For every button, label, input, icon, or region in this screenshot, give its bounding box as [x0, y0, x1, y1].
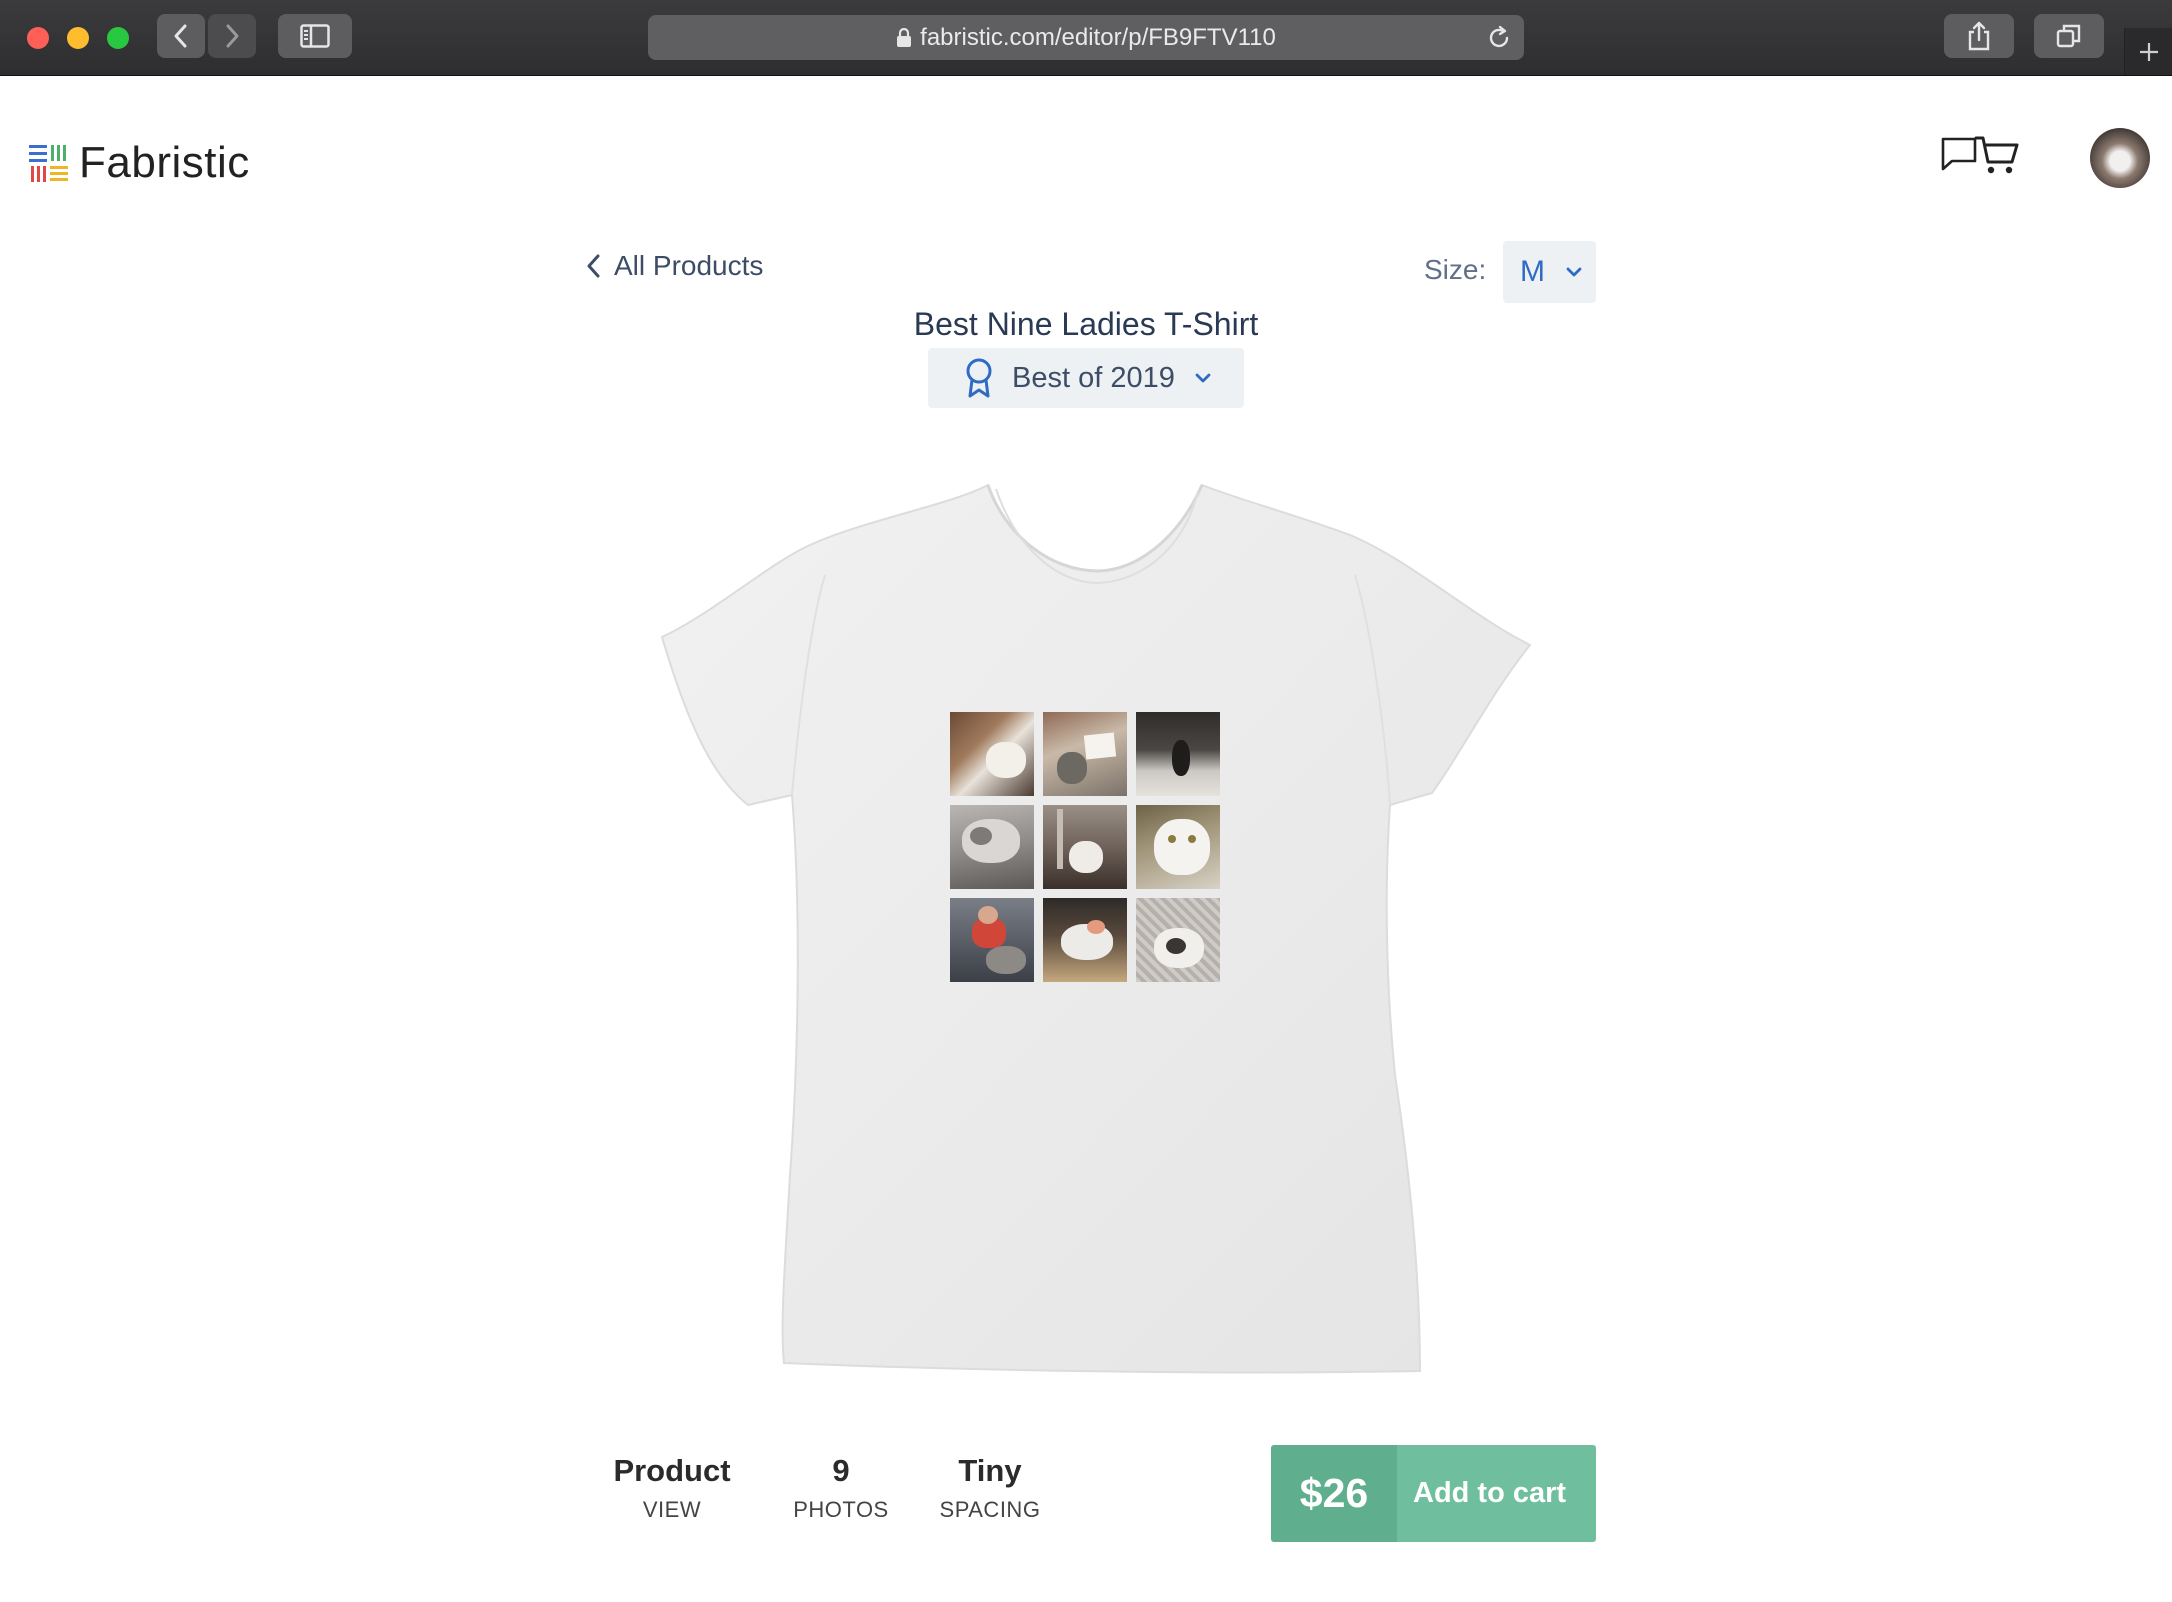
add-to-cart-label: Add to cart — [1397, 1445, 1596, 1542]
collage-photo[interactable] — [1136, 805, 1220, 889]
product-title: Best Nine Ladies T-Shirt — [913, 306, 1259, 342]
fabristic-logo-icon — [29, 143, 69, 183]
browser-toolbar: fabristic.com/editor/p/FB9FTV110 — [0, 0, 2172, 76]
share-button[interactable] — [1944, 14, 2014, 58]
spacing-stat[interactable]: Tiny SPACING — [930, 1453, 1050, 1523]
spacing-value: Tiny — [958, 1453, 1022, 1488]
price-label: $26 — [1271, 1445, 1397, 1542]
collage-photo[interactable] — [950, 712, 1034, 796]
url-text: fabristic.com/editor/p/FB9FTV110 — [920, 23, 1276, 51]
user-avatar[interactable] — [2090, 128, 2150, 188]
view-label: VIEW — [642, 1497, 702, 1522]
back-button[interactable] — [157, 14, 205, 58]
photos-stat[interactable]: 9 PHOTOS — [781, 1453, 901, 1523]
award-ribbon-icon — [964, 358, 994, 398]
photo-collage[interactable] — [950, 712, 1220, 982]
site-logo[interactable]: Fabristic — [29, 138, 250, 188]
collage-photo[interactable] — [1136, 898, 1220, 982]
address-bar[interactable]: fabristic.com/editor/p/FB9FTV110 — [648, 15, 1524, 60]
collage-photo[interactable] — [950, 898, 1034, 982]
collage-photo[interactable] — [1043, 898, 1127, 982]
view-value: Product — [613, 1453, 731, 1488]
sidebar-toggle-button[interactable] — [278, 14, 352, 58]
collage-photo[interactable] — [1043, 805, 1127, 889]
collage-photo[interactable] — [1136, 712, 1220, 796]
spacing-label: SPACING — [939, 1497, 1041, 1522]
brand-name: Fabristic — [79, 138, 250, 187]
all-products-link[interactable]: All Products — [586, 250, 763, 282]
cart-icon[interactable] — [1974, 132, 2020, 183]
zoom-window-button[interactable] — [107, 27, 129, 49]
photos-value: 9 — [832, 1453, 850, 1488]
add-to-cart-button[interactable]: $26 Add to cart — [1271, 1445, 1596, 1542]
forward-button[interactable] — [208, 14, 256, 58]
plus-icon — [2140, 42, 2158, 61]
photos-label: PHOTOS — [793, 1497, 889, 1522]
collection-value: Best of 2019 — [1012, 361, 1175, 394]
size-value: M — [1520, 255, 1545, 288]
minimize-window-button[interactable] — [67, 27, 89, 49]
lock-icon — [896, 27, 912, 48]
header-actions — [1940, 132, 2020, 183]
size-select[interactable]: M — [1503, 241, 1596, 303]
chevron-left-icon — [587, 254, 600, 278]
new-tab-button[interactable] — [2124, 28, 2172, 75]
chevron-down-icon — [1195, 372, 1211, 384]
share-icon — [1968, 21, 1990, 51]
reload-icon[interactable] — [1486, 25, 1512, 51]
close-window-button[interactable] — [27, 27, 49, 49]
all-products-label: All Products — [614, 250, 764, 281]
size-label: Size: — [1424, 254, 1487, 285]
tabs-icon — [2056, 24, 2081, 48]
chevron-right-icon — [226, 24, 239, 48]
chevron-left-icon — [174, 24, 187, 48]
chevron-down-icon — [1566, 267, 1582, 277]
tabs-overview-button[interactable] — [2034, 14, 2104, 58]
sidebar-icon — [300, 24, 330, 48]
collage-photo[interactable] — [1043, 712, 1127, 796]
collage-photo[interactable] — [950, 805, 1034, 889]
view-stat[interactable]: Product VIEW — [592, 1453, 752, 1523]
collection-select[interactable]: Best of 2019 — [928, 348, 1244, 408]
